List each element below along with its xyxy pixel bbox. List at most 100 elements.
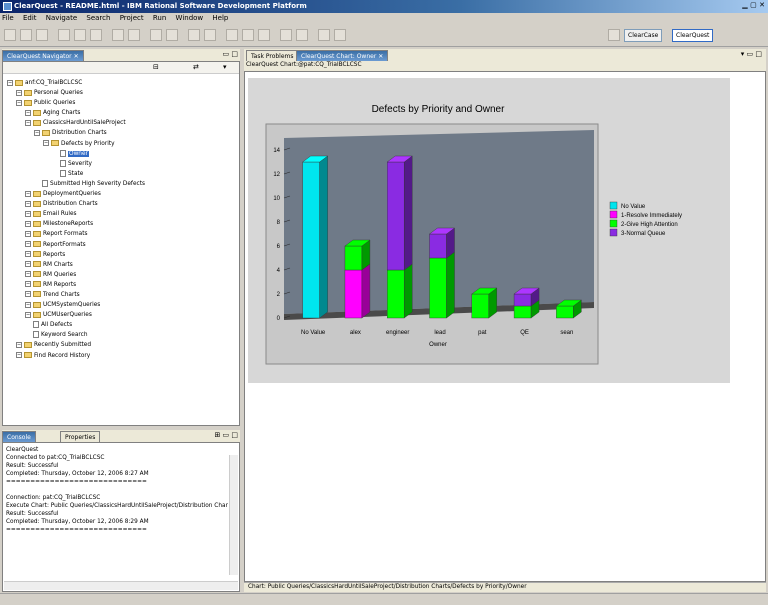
- tree-item[interactable]: − Public Queries: [7, 98, 237, 108]
- filter-icon[interactable]: [128, 29, 140, 41]
- tool-icon[interactable]: [318, 29, 330, 41]
- tree-item[interactable]: − UCMUserQueries: [7, 310, 237, 320]
- debug-icon[interactable]: [226, 29, 238, 41]
- tool2-icon[interactable]: [334, 29, 346, 41]
- tree-item[interactable]: Keyword Search: [7, 330, 237, 340]
- expand-toggle-icon[interactable]: −: [34, 129, 40, 136]
- open-perspective-icon[interactable]: [608, 29, 620, 41]
- forward-icon[interactable]: [166, 29, 178, 41]
- external-tools-icon[interactable]: [204, 29, 216, 41]
- tree-item[interactable]: − Report Formats: [7, 229, 237, 239]
- tree-item[interactable]: − Email Rules: [7, 209, 237, 219]
- expand-toggle-icon[interactable]: −: [7, 79, 13, 86]
- tree-item[interactable]: − UCMSystemQueries: [7, 300, 237, 310]
- tree-item[interactable]: − Recently Submitted: [7, 340, 237, 350]
- menu-edit[interactable]: Edit: [23, 14, 37, 22]
- run-query-icon[interactable]: [74, 29, 86, 41]
- console-toolbar-icons[interactable]: ⊞ ▭ □: [214, 431, 238, 439]
- back-icon[interactable]: [150, 29, 162, 41]
- expand-toggle-icon[interactable]: −: [25, 210, 31, 217]
- expand-toggle-icon[interactable]: −: [43, 140, 49, 147]
- search-icon[interactable]: [188, 29, 200, 41]
- tree-item[interactable]: − RM Reports: [7, 280, 237, 290]
- expand-toggle-icon[interactable]: −: [25, 220, 31, 227]
- expand-toggle-icon[interactable]: −: [16, 352, 22, 359]
- menu-file[interactable]: File: [2, 14, 14, 22]
- expand-toggle-icon[interactable]: −: [25, 119, 31, 126]
- tree-item-label: State: [68, 170, 84, 177]
- expand-toggle-icon[interactable]: −: [25, 190, 31, 197]
- tree-item[interactable]: − RM Queries: [7, 270, 237, 280]
- tree-item[interactable]: State: [7, 169, 237, 179]
- tree-item[interactable]: − anf:CQ_TrialBCLCSC: [7, 78, 237, 88]
- new-icon[interactable]: [4, 29, 16, 41]
- refresh-icon[interactable]: [58, 29, 70, 41]
- tree-item[interactable]: − Reports: [7, 250, 237, 260]
- menu-window[interactable]: Window: [176, 14, 204, 22]
- expand-toggle-icon[interactable]: −: [25, 271, 31, 278]
- prev-annotation-icon[interactable]: [296, 29, 308, 41]
- editor-minmax-icon[interactable]: ▾ ▭ □: [741, 50, 762, 58]
- find-icon[interactable]: [112, 29, 124, 41]
- console-vertical-scrollbar[interactable]: [229, 455, 238, 575]
- menu-help[interactable]: Help: [212, 14, 228, 22]
- tab-clearquest-chart[interactable]: ClearQuest Chart: Owner ✕: [296, 50, 389, 61]
- expand-toggle-icon[interactable]: −: [25, 291, 31, 298]
- tree-item[interactable]: − RM Charts: [7, 260, 237, 270]
- expand-toggle-icon[interactable]: −: [25, 109, 31, 116]
- tree-item[interactable]: − Defects by Priority: [7, 139, 237, 149]
- expand-toggle-icon[interactable]: −: [16, 99, 22, 106]
- tree-item[interactable]: − ReportFormats: [7, 240, 237, 250]
- expand-toggle-icon[interactable]: −: [25, 261, 31, 268]
- tree-item[interactable]: − Distribution Charts: [7, 199, 237, 209]
- tree-item[interactable]: All Defects: [7, 320, 237, 330]
- expand-toggle-icon[interactable]: −: [25, 230, 31, 237]
- tab-properties[interactable]: Properties: [60, 431, 101, 442]
- menu-search[interactable]: Search: [86, 14, 110, 22]
- tree-item[interactable]: − Personal Queries: [7, 88, 237, 98]
- menu-run[interactable]: Run: [153, 14, 166, 22]
- expand-toggle-icon[interactable]: −: [25, 251, 31, 258]
- next-annotation-icon[interactable]: [280, 29, 292, 41]
- folder-icon: [33, 119, 41, 126]
- expand-toggle-icon[interactable]: −: [25, 241, 31, 247]
- view-minmax-icon[interactable]: ▭ □: [223, 50, 238, 58]
- tree-item[interactable]: Submitted High Severity Defects: [7, 179, 237, 189]
- menu-project[interactable]: Project: [120, 14, 144, 22]
- perspective-clearcase[interactable]: ClearCase: [624, 29, 663, 42]
- perspective-clearquest[interactable]: ClearQuest: [672, 29, 714, 42]
- print-icon[interactable]: [36, 29, 48, 41]
- tree-item[interactable]: − ClassicsHardUntilSaleProject: [7, 118, 237, 128]
- save-icon[interactable]: [20, 29, 32, 41]
- window-controls[interactable]: ▁ ▢ ✕: [742, 1, 765, 9]
- tab-clearquest-navigator[interactable]: ClearQuest Navigator ✕: [2, 50, 84, 61]
- folder-icon: [15, 79, 23, 86]
- bar-segment-side: [319, 155, 328, 319]
- menu-navigate[interactable]: Navigate: [46, 14, 77, 22]
- bar-segment: [344, 269, 363, 319]
- link-editor-icon[interactable]: ⇄: [193, 63, 199, 71]
- expand-toggle-icon[interactable]: −: [25, 281, 31, 288]
- tab-task-problems[interactable]: Task Problems: [246, 50, 299, 61]
- dropdown-icon[interactable]: [258, 29, 270, 41]
- tree-item[interactable]: Severity: [7, 159, 237, 169]
- expand-toggle-icon[interactable]: −: [25, 311, 31, 318]
- tree-item[interactable]: − MilestoneReports: [7, 219, 237, 229]
- view-menu-icon[interactable]: ▾: [223, 63, 227, 71]
- tree-item[interactable]: − Aging Charts: [7, 108, 237, 118]
- collapse-all-icon[interactable]: ⊟: [153, 63, 159, 71]
- run-icon[interactable]: [242, 29, 254, 41]
- chart-icon[interactable]: [90, 29, 102, 41]
- expand-toggle-icon[interactable]: −: [16, 341, 22, 348]
- bar-segment-side: [361, 263, 371, 319]
- console-horizontal-scrollbar[interactable]: [4, 581, 238, 590]
- expand-toggle-icon[interactable]: −: [25, 301, 31, 308]
- tree-item[interactable]: − Trend Charts: [7, 290, 237, 300]
- tree-item[interactable]: − DeploymentQueries: [7, 189, 237, 199]
- expand-toggle-icon[interactable]: −: [25, 200, 31, 207]
- tab-console[interactable]: Console: [2, 431, 36, 442]
- tree-item[interactable]: − Find Record History: [7, 351, 237, 361]
- tree-item[interactable]: − Distribution Charts: [7, 128, 237, 138]
- tree-item[interactable]: Owner: [7, 149, 237, 159]
- expand-toggle-icon[interactable]: −: [16, 89, 22, 96]
